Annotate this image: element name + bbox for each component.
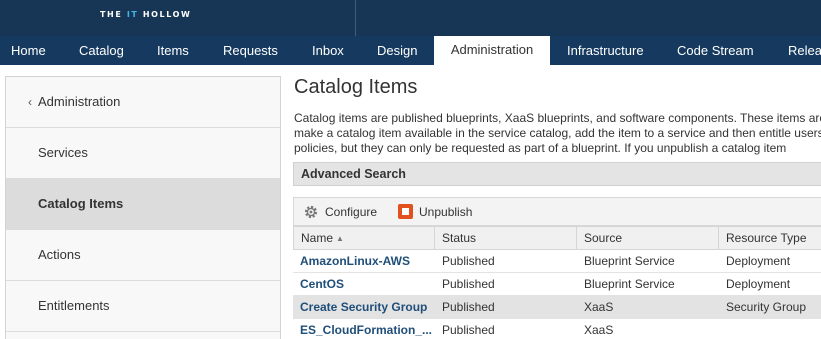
item-status: Published — [442, 277, 495, 291]
sidebar-item-services[interactable]: Services — [6, 128, 280, 179]
item-resource-type — [719, 319, 821, 339]
description-line: policies, but they can only be requested… — [294, 141, 787, 155]
sidebar-item-label: Services — [38, 145, 88, 160]
sidebar: ‹ Administration Services Catalog Items A… — [5, 76, 281, 339]
item-resource-type: Deployment — [726, 254, 791, 268]
table-row[interactable]: CentOS Published Blueprint Service Deplo… — [293, 273, 821, 296]
sidebar-back-label: Administration — [38, 94, 121, 109]
grid-toolbar: Configure Unpublish — [293, 197, 821, 226]
tab-design[interactable]: Design — [377, 36, 417, 65]
item-source: XaaS — [584, 300, 614, 314]
tab-release[interactable]: Release — [788, 36, 821, 65]
table-row[interactable]: ES_CloudFormation_... Published XaaS — [293, 319, 821, 339]
page-title: Catalog Items — [294, 76, 418, 98]
catalog-items-table: Name ▲ Status Source Resource Type Amazon… — [293, 226, 821, 339]
advanced-search-toggle[interactable]: Advanced Search — [293, 162, 821, 186]
stop-icon — [398, 204, 413, 219]
sidebar-item-label: Entitlements — [38, 298, 110, 313]
main-nav: Home Catalog Items Requests Inbox Design… — [0, 36, 821, 65]
gear-icon — [304, 205, 318, 219]
description-line: Catalog items are published blueprints, … — [294, 111, 821, 125]
item-resource-type: Deployment — [726, 277, 791, 291]
item-name-link[interactable]: Create Security Group — [293, 296, 435, 319]
column-header-status[interactable]: Status — [435, 226, 577, 250]
column-header-resource-type[interactable]: Resource Type — [719, 226, 821, 250]
item-name-link[interactable]: CentOS — [293, 273, 435, 296]
table-row-selected[interactable]: Create Security Group Published XaaS Sec… — [293, 296, 821, 319]
item-name-link[interactable]: ES_CloudFormation_... — [293, 319, 435, 339]
logo-highlight: IT — [126, 10, 139, 19]
column-header-label: Name — [301, 231, 334, 245]
logo-suffix: HOLLOW — [138, 10, 192, 19]
sidebar-item-label: Actions — [38, 247, 81, 262]
column-header-name[interactable]: Name ▲ — [293, 226, 435, 250]
configure-label: Configure — [325, 205, 378, 219]
sidebar-item-label: Catalog Items — [38, 196, 124, 211]
tab-home[interactable]: Home — [11, 36, 46, 65]
item-source: XaaS — [584, 323, 614, 337]
unpublish-label: Unpublish — [419, 205, 473, 219]
unpublish-button[interactable]: Unpublish — [398, 203, 472, 221]
item-status: Published — [442, 254, 495, 268]
tab-code-stream[interactable]: Code Stream — [677, 36, 754, 65]
item-status: Published — [442, 323, 495, 337]
top-banner: THE IT HOLLOW — [0, 0, 821, 36]
tab-catalog[interactable]: Catalog — [79, 36, 124, 65]
item-name-link[interactable]: AmazonLinux-AWS — [293, 250, 435, 273]
sidebar-item-entitlements[interactable]: Entitlements — [6, 281, 280, 332]
tab-administration[interactable]: Administration — [434, 36, 550, 65]
chevron-left-icon: ‹ — [28, 95, 32, 109]
sort-ascending-icon: ▲ — [336, 234, 344, 243]
brand-logo[interactable]: THE IT HOLLOW — [100, 10, 191, 19]
table-row[interactable]: AmazonLinux-AWS Published Blueprint Serv… — [293, 250, 821, 273]
sidebar-item-actions[interactable]: Actions — [6, 230, 280, 281]
sidebar-back-administration[interactable]: ‹ Administration — [6, 77, 280, 128]
logo-prefix: THE — [100, 10, 127, 19]
item-status: Published — [442, 300, 495, 314]
description-line: make a catalog item available in the ser… — [294, 126, 821, 140]
tab-requests[interactable]: Requests — [223, 36, 278, 65]
brand-area: THE IT HOLLOW — [0, 0, 356, 36]
item-source: Blueprint Service — [584, 254, 675, 268]
tab-inbox[interactable]: Inbox — [312, 36, 344, 65]
tab-infrastructure[interactable]: Infrastructure — [567, 36, 644, 65]
sidebar-item-catalog-items[interactable]: Catalog Items — [6, 179, 280, 230]
item-resource-type: Security Group — [726, 300, 807, 314]
configure-button[interactable]: Configure — [303, 203, 377, 221]
column-header-source[interactable]: Source — [577, 226, 719, 250]
item-source: Blueprint Service — [584, 277, 675, 291]
page-description: Catalog items are published blueprints, … — [294, 111, 821, 159]
tab-items[interactable]: Items — [157, 36, 189, 65]
